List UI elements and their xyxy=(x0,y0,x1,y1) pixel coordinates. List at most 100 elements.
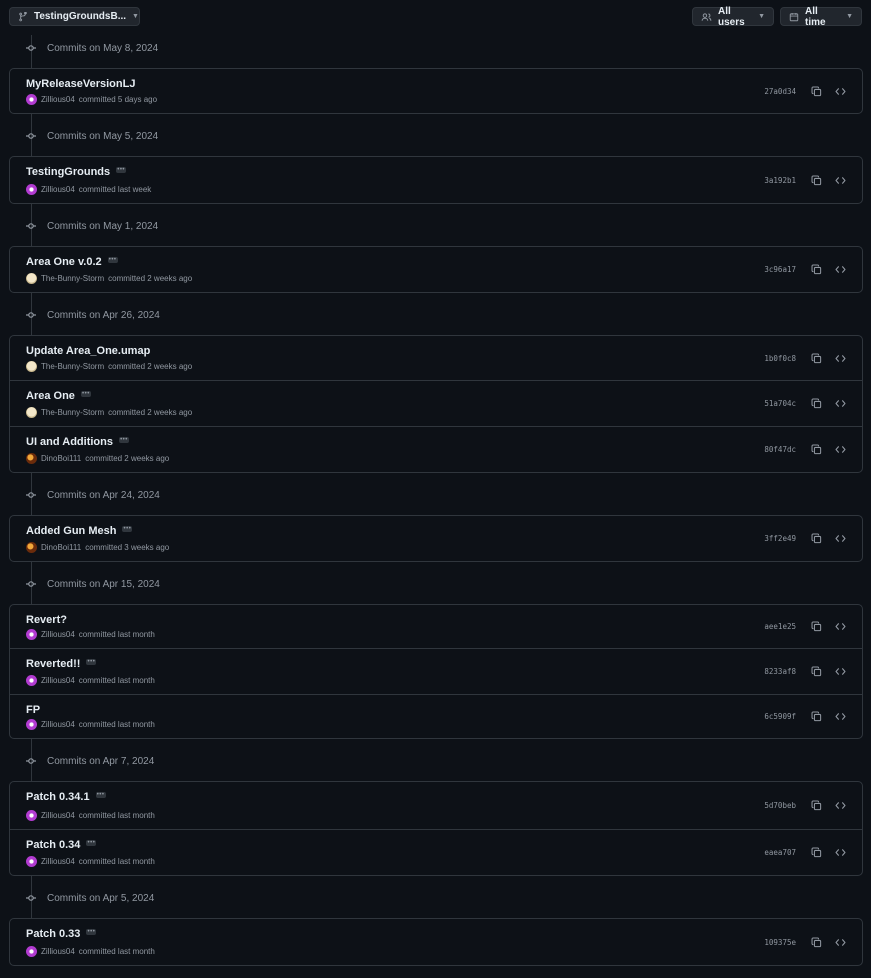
copy-icon[interactable] xyxy=(810,621,822,633)
author-link[interactable]: Zillious04 xyxy=(41,630,75,639)
avatar[interactable] xyxy=(26,675,37,686)
commit-title-link[interactable]: Revert? xyxy=(26,614,67,626)
commit-title-link[interactable]: Added Gun Mesh xyxy=(26,525,116,537)
copy-icon[interactable] xyxy=(810,800,822,812)
code-icon[interactable] xyxy=(834,847,846,859)
branch-selector-button[interactable]: TestingGroundsB... ▼ xyxy=(9,7,140,26)
avatar[interactable] xyxy=(26,946,37,957)
author-link[interactable]: The-Bunny-Storm xyxy=(41,408,104,417)
author-link[interactable]: DinoBoi111 xyxy=(41,454,81,463)
users-filter-button[interactable]: All users ▼ xyxy=(692,6,774,28)
author-link[interactable]: Zillious04 xyxy=(41,95,75,104)
commit-title-link[interactable]: Area One xyxy=(26,390,75,402)
avatar[interactable] xyxy=(26,184,37,195)
author-link[interactable]: The-Bunny-Storm xyxy=(41,274,104,283)
commit-group: Area One v.0.2 ••• The-Bunny-Storm committe… xyxy=(9,246,863,293)
commit-sha-link[interactable]: 8233af8 xyxy=(764,667,796,676)
author-link[interactable]: Zillious04 xyxy=(41,185,75,194)
time-filter-button[interactable]: All time ▼ xyxy=(780,6,862,28)
copy-icon[interactable] xyxy=(810,398,822,410)
commit-sha-link[interactable]: 3c96a17 xyxy=(764,265,796,274)
commit-title-link[interactable]: FP xyxy=(26,704,40,716)
avatar[interactable] xyxy=(26,810,37,821)
git-commit-icon xyxy=(26,490,36,500)
expand-message-button[interactable]: ••• xyxy=(116,167,127,173)
code-icon[interactable] xyxy=(834,533,846,545)
avatar[interactable] xyxy=(26,719,37,730)
commit-sha-link[interactable]: 3a192b1 xyxy=(764,176,796,185)
expand-message-button[interactable]: ••• xyxy=(118,437,129,443)
commit-sha-link[interactable]: 1b0f0c8 xyxy=(764,354,796,363)
commit-title-link[interactable]: TestingGrounds xyxy=(26,166,110,178)
author-link[interactable]: DinoBoi111 xyxy=(41,543,81,552)
avatar[interactable] xyxy=(26,542,37,553)
commit-time: committed last month xyxy=(78,720,155,729)
avatar[interactable] xyxy=(26,856,37,867)
code-icon[interactable] xyxy=(834,174,846,186)
code-icon[interactable] xyxy=(834,666,846,678)
copy-icon[interactable] xyxy=(810,711,822,723)
commit-sha-link[interactable]: 3ff2e49 xyxy=(764,534,796,543)
commit-group-header: Commits on May 5, 2024 xyxy=(9,126,863,147)
copy-icon[interactable] xyxy=(810,533,822,545)
commit-sha-link[interactable]: 51a704c xyxy=(764,399,796,408)
code-icon[interactable] xyxy=(834,352,846,364)
copy-icon[interactable] xyxy=(810,352,822,364)
copy-icon[interactable] xyxy=(810,174,822,186)
avatar[interactable] xyxy=(26,407,37,418)
commit-title-link[interactable]: Reverted!! xyxy=(26,658,80,670)
expand-message-button[interactable]: ••• xyxy=(80,391,91,397)
code-icon[interactable] xyxy=(834,444,846,456)
copy-icon[interactable] xyxy=(810,444,822,456)
commit-time: committed last month xyxy=(78,676,155,685)
copy-icon[interactable] xyxy=(810,666,822,678)
commit-sha-link[interactable]: aee1e25 xyxy=(764,622,796,631)
commit-title-link[interactable]: Update Area_One.umap xyxy=(26,345,150,357)
commit-title-link[interactable]: Patch 0.34 xyxy=(26,839,80,851)
commit-title-link[interactable]: MyReleaseVersionLJ xyxy=(26,78,135,90)
commit-time: committed 5 days ago xyxy=(78,95,158,104)
author-link[interactable]: Zillious04 xyxy=(41,857,75,866)
commit-sha-link[interactable]: 109375e xyxy=(764,938,796,947)
expand-message-button[interactable]: ••• xyxy=(107,257,118,263)
avatar[interactable] xyxy=(26,453,37,464)
author-link[interactable]: Zillious04 xyxy=(41,947,75,956)
expand-message-button[interactable]: ••• xyxy=(86,659,97,665)
copy-icon[interactable] xyxy=(810,264,822,276)
avatar[interactable] xyxy=(26,94,37,105)
expand-message-button[interactable]: ••• xyxy=(122,526,133,532)
avatar[interactable] xyxy=(26,273,37,284)
code-icon[interactable] xyxy=(834,398,846,410)
author-link[interactable]: Zillious04 xyxy=(41,811,75,820)
avatar[interactable] xyxy=(26,629,37,640)
code-icon[interactable] xyxy=(834,264,846,276)
commit-title-link[interactable]: Patch 0.33 xyxy=(26,928,80,940)
commit-title-link[interactable]: UI and Additions xyxy=(26,436,113,448)
copy-icon[interactable] xyxy=(810,85,822,97)
copy-icon[interactable] xyxy=(810,847,822,859)
commit-title-link[interactable]: Patch 0.34.1 xyxy=(26,791,90,803)
git-commit-icon xyxy=(26,131,36,141)
commit-date-label: Commits on Apr 15, 2024 xyxy=(47,579,160,590)
commit-date-label: Commits on Apr 24, 2024 xyxy=(47,490,160,501)
commit-sha-link[interactable]: eaea707 xyxy=(764,848,796,857)
avatar[interactable] xyxy=(26,361,37,372)
code-icon[interactable] xyxy=(834,621,846,633)
commit-sha-link[interactable]: 5d70beb xyxy=(764,801,796,810)
author-link[interactable]: Zillious04 xyxy=(41,676,75,685)
author-link[interactable]: The-Bunny-Storm xyxy=(41,362,104,371)
copy-icon[interactable] xyxy=(810,936,822,948)
commit-sha-link[interactable]: 80f47dc xyxy=(764,445,796,454)
code-icon[interactable] xyxy=(834,85,846,97)
expand-message-button[interactable]: ••• xyxy=(86,929,97,935)
commit-sha-link[interactable]: 27a0d34 xyxy=(764,87,796,96)
commit-date-label: Commits on Apr 26, 2024 xyxy=(47,310,160,321)
author-link[interactable]: Zillious04 xyxy=(41,720,75,729)
code-icon[interactable] xyxy=(834,936,846,948)
commit-title-link[interactable]: Area One v.0.2 xyxy=(26,256,102,268)
expand-message-button[interactable]: ••• xyxy=(86,840,97,846)
code-icon[interactable] xyxy=(834,711,846,723)
expand-message-button[interactable]: ••• xyxy=(95,792,106,798)
commit-sha-link[interactable]: 6c5909f xyxy=(764,712,796,721)
code-icon[interactable] xyxy=(834,800,846,812)
